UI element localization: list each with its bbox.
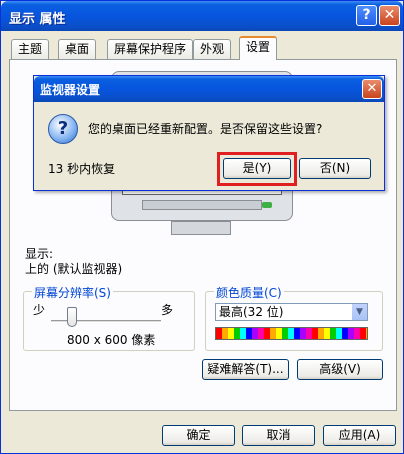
dialog-title-bar[interactable]: 监视器设置 ✕ — [34, 76, 384, 102]
monitor-bezel-bar — [142, 200, 262, 210]
ok-button[interactable]: 确定 — [162, 425, 235, 446]
color-quality-select[interactable]: 最高(32 位) ▼ — [215, 303, 368, 321]
help-button[interactable]: ? — [356, 5, 377, 26]
display-properties-window: 显示 属性 ? ✕ 主题 桌面 屏幕保护程序 外观 设置 显示: 上的 (默认监… — [0, 0, 404, 454]
resolution-value: 800 x 600 像素 — [67, 333, 156, 347]
troubleshoot-button[interactable]: 疑难解答(T)... — [202, 359, 289, 380]
slider-less-label: 少 — [33, 303, 46, 317]
monitor-settings-dialog: 监视器设置 ✕ ? 您的桌面已经重新配置。是否保留这些设置? 13 秒内恢复 是… — [33, 75, 385, 191]
tab-settings[interactable]: 设置 — [239, 36, 278, 60]
display-value: 上的 (默认监视器) — [25, 262, 123, 276]
cancel-button[interactable]: 取消 — [242, 425, 315, 446]
color-spectrum-bar — [215, 327, 368, 340]
window-title: 显示 属性 — [9, 12, 66, 27]
no-button[interactable]: 否(N) — [299, 158, 371, 179]
chevron-down-icon[interactable]: ▼ — [351, 304, 367, 320]
monitor-stand — [171, 221, 231, 235]
dialog-title: 监视器设置 — [40, 83, 101, 97]
question-icon: ? — [48, 114, 78, 144]
color-quality-group: 颜色质量(C) — [205, 284, 383, 351]
color-quality-value: 最高(32 位) — [219, 305, 284, 319]
yes-button-highlight — [217, 152, 297, 186]
tab-desktop[interactable]: 桌面 — [58, 39, 97, 59]
dialog-message: 您的桌面已经重新配置。是否保留这些设置? — [88, 122, 323, 136]
monitor-power-led — [262, 202, 272, 208]
tab-appearance[interactable]: 外观 — [193, 39, 232, 59]
close-button[interactable]: ✕ — [379, 5, 400, 26]
dialog-close-icon[interactable]: ✕ — [362, 79, 382, 99]
tab-themes[interactable]: 主题 — [11, 39, 50, 59]
advanced-button[interactable]: 高级(V) — [297, 359, 383, 380]
dialog-countdown: 13 秒内恢复 — [48, 162, 116, 176]
resolution-group-title: 屏幕分辨率(S) — [32, 284, 113, 301]
tab-screensaver[interactable]: 屏幕保护程序 — [107, 39, 194, 59]
slider-more-label: 多 — [161, 303, 174, 317]
color-quality-group-title: 颜色质量(C) — [214, 284, 284, 301]
title-bar[interactable]: 显示 属性 ? ✕ — [1, 1, 403, 31]
resolution-slider-thumb[interactable] — [67, 307, 77, 327]
apply-button[interactable]: 应用(A) — [323, 425, 396, 446]
